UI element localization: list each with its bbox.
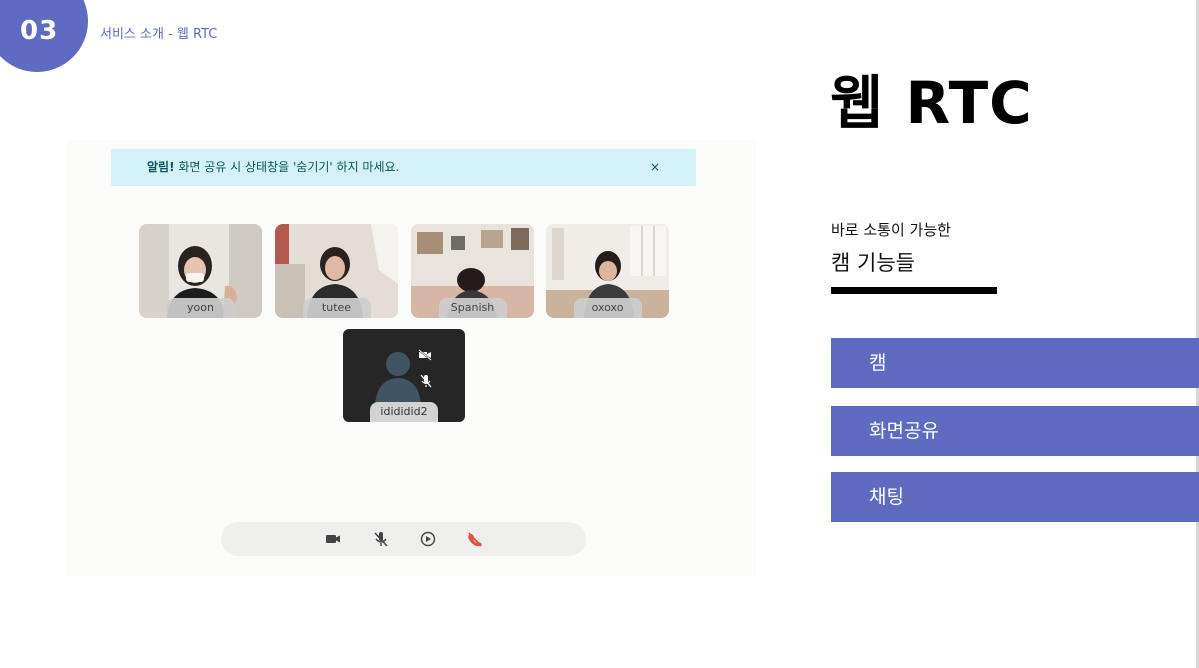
subtitle: 바로 소통이 가능한 — [831, 221, 951, 239]
hang-up-icon[interactable] — [466, 530, 484, 548]
self-video-tile[interactable]: idididid2 — [343, 329, 465, 422]
alert-banner: 알림! 화면 공유 시 상태창을 '숨기기' 하지 마세요. × — [111, 149, 696, 186]
alert-close-button[interactable]: × — [650, 149, 660, 186]
record-icon[interactable] — [419, 530, 437, 548]
participant-name: yoon — [166, 298, 235, 318]
call-control-bar — [221, 522, 586, 556]
subheading: 캠 기능들 — [831, 251, 915, 275]
video-tile[interactable]: yoon — [139, 224, 262, 318]
feature-chat: 채팅 — [831, 472, 1199, 522]
participant-name: Spanish — [438, 298, 507, 318]
participant-name: tutee — [302, 298, 371, 318]
heading-underline — [831, 287, 997, 294]
mic-muted-icon[interactable] — [372, 530, 390, 548]
self-name: idididid2 — [370, 402, 438, 422]
participant-name: oxoxo — [573, 298, 642, 318]
alert-message: 화면 공유 시 상태창을 '숨기기' 하지 마세요. — [174, 160, 400, 174]
feature-cam: 캠 — [831, 338, 1199, 388]
section-number: 03 — [20, 16, 59, 46]
camera-icon[interactable] — [324, 530, 342, 548]
page-title: 웹 RTC — [830, 69, 1033, 137]
avatar-placeholder-icon — [375, 352, 421, 405]
video-tile[interactable]: tutee — [275, 224, 398, 318]
video-tile[interactable]: oxoxo — [546, 224, 669, 318]
camera-off-icon — [418, 349, 432, 361]
mic-off-icon — [420, 374, 432, 388]
video-tile[interactable]: Spanish — [411, 224, 534, 318]
breadcrumb: 서비스 소개 - 웹 RTC — [100, 27, 218, 42]
alert-label: 알림! — [147, 160, 175, 174]
feature-screen-share: 화면공유 — [831, 406, 1199, 456]
